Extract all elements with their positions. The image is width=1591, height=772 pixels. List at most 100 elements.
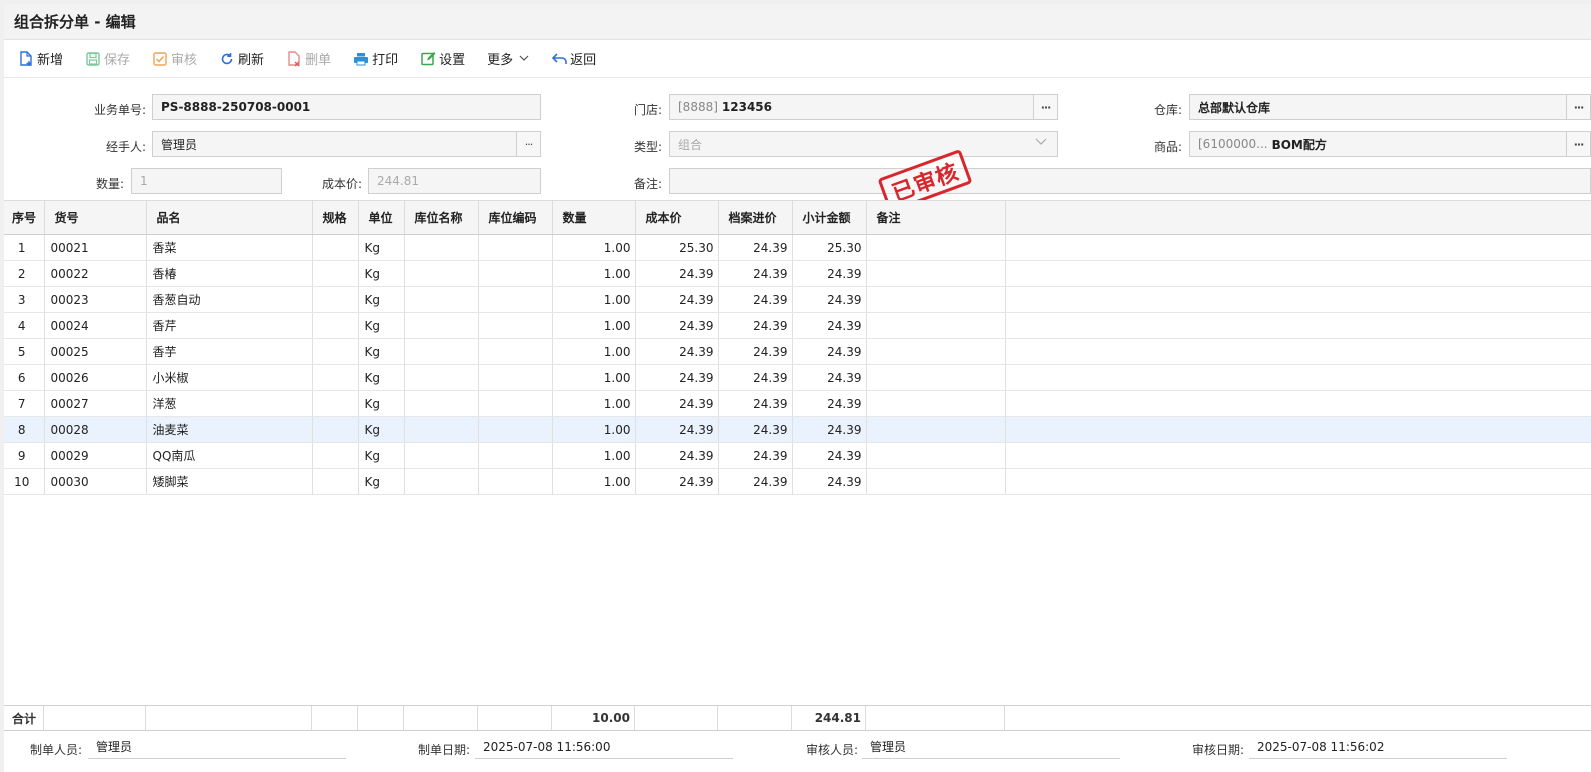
warehouse-field[interactable]: 总部默认仓库 ··· [1189, 94, 1591, 120]
table-cell[interactable]: 24.39 [718, 364, 793, 391]
col-header[interactable]: 档案进价 [718, 200, 793, 235]
table-cell[interactable]: Kg [358, 416, 405, 443]
settings-button[interactable]: 设置 [420, 49, 465, 68]
table-cell[interactable]: 24.39 [792, 364, 867, 391]
new-button[interactable]: 新增 [18, 49, 63, 68]
table-cell[interactable]: 6 [4, 364, 45, 391]
table-row[interactable]: 3 00023 香葱自动 Kg 1.00 24.39 24.39 24.39 [4, 286, 1591, 313]
table-row[interactable]: 7 00027 洋葱 Kg 1.00 24.39 24.39 24.39 [4, 390, 1591, 417]
table-cell[interactable]: 8 [4, 416, 45, 443]
table-cell[interactable]: 00025 [44, 338, 147, 365]
table-cell[interactable]: 24.39 [718, 390, 793, 417]
table-cell[interactable] [478, 364, 553, 391]
table-cell[interactable] [404, 312, 479, 339]
table-cell[interactable] [478, 260, 553, 287]
table-cell[interactable]: 24.39 [718, 338, 793, 365]
table-cell[interactable]: 25.30 [792, 234, 867, 261]
col-header[interactable]: 库位名称 [404, 200, 479, 235]
table-cell[interactable]: 1.00 [552, 260, 636, 287]
back-button[interactable]: 返回 [551, 49, 596, 68]
col-header[interactable]: 单位 [358, 200, 405, 235]
table-cell[interactable]: 24.39 [718, 286, 793, 313]
table-cell[interactable]: 00027 [44, 390, 147, 417]
table-cell[interactable] [478, 338, 553, 365]
table-cell[interactable]: 24.39 [635, 338, 719, 365]
table-cell[interactable] [312, 286, 359, 313]
table-cell[interactable] [404, 364, 479, 391]
table-cell[interactable] [478, 416, 553, 443]
store-lookup-button[interactable]: ··· [1033, 95, 1057, 119]
table-cell[interactable]: 24.39 [718, 416, 793, 443]
table-cell[interactable]: 24.39 [792, 468, 867, 495]
table-row[interactable]: 8 00028 油麦菜 Kg 1.00 24.39 24.39 24.39 [4, 416, 1591, 443]
col-header[interactable]: 品名 [146, 200, 313, 235]
doc-no-field[interactable]: PS-8888-250708-0001 [152, 94, 541, 120]
table-cell[interactable]: Kg [358, 312, 405, 339]
col-header[interactable]: 数量 [552, 200, 636, 235]
type-select[interactable]: 组合 [669, 131, 1058, 157]
col-header[interactable]: 库位编码 [478, 200, 553, 235]
table-cell[interactable]: 24.39 [635, 260, 719, 287]
table-cell[interactable] [404, 260, 479, 287]
table-cell[interactable]: 24.39 [792, 286, 867, 313]
table-cell[interactable]: 3 [4, 286, 45, 313]
table-cell[interactable] [312, 312, 359, 339]
col-header[interactable]: 小计金额 [792, 200, 867, 235]
table-cell[interactable]: 24.39 [792, 312, 867, 339]
table-cell[interactable] [866, 416, 1006, 443]
table-cell[interactable]: 24.39 [635, 364, 719, 391]
table-cell[interactable]: 00026 [44, 364, 147, 391]
col-header[interactable]: 货号 [44, 200, 147, 235]
cost-field[interactable]: 244.81 [368, 168, 541, 194]
table-cell[interactable]: 24.39 [718, 468, 793, 495]
table-cell[interactable]: 24.39 [718, 234, 793, 261]
table-cell[interactable] [478, 442, 553, 469]
table-row[interactable]: 10 00030 矮脚菜 Kg 1.00 24.39 24.39 24.39 [4, 468, 1591, 495]
table-cell[interactable]: 24.39 [635, 390, 719, 417]
table-cell[interactable]: 矮脚菜 [146, 468, 313, 495]
table-row[interactable]: 2 00022 香椿 Kg 1.00 24.39 24.39 24.39 [4, 260, 1591, 287]
table-cell[interactable]: 00030 [44, 468, 147, 495]
table-cell[interactable] [478, 390, 553, 417]
table-cell[interactable]: 洋葱 [146, 390, 313, 417]
table-cell[interactable]: Kg [358, 390, 405, 417]
product-field[interactable]: [6100000... BOM配方 ··· [1189, 131, 1591, 157]
table-cell[interactable] [404, 468, 479, 495]
table-cell[interactable]: Kg [358, 468, 405, 495]
store-field[interactable]: [8888] 123456 ··· [669, 94, 1058, 120]
table-cell[interactable]: 24.39 [792, 416, 867, 443]
table-cell[interactable] [404, 390, 479, 417]
table-cell[interactable] [404, 442, 479, 469]
table-cell[interactable] [478, 312, 553, 339]
handler-field[interactable]: 管理员 ··· [152, 131, 541, 157]
table-cell[interactable] [312, 338, 359, 365]
table-cell[interactable]: 24.39 [635, 286, 719, 313]
table-cell[interactable]: 香椿 [146, 260, 313, 287]
table-cell[interactable] [404, 234, 479, 261]
col-header[interactable]: 序号 [4, 200, 45, 235]
table-cell[interactable] [312, 416, 359, 443]
table-cell[interactable]: 1.00 [552, 364, 636, 391]
table-cell[interactable] [866, 390, 1006, 417]
table-cell[interactable]: 1.00 [552, 286, 636, 313]
table-cell[interactable]: 00023 [44, 286, 147, 313]
save-button[interactable]: 保存 [85, 49, 130, 68]
table-cell[interactable] [866, 338, 1006, 365]
table-cell[interactable]: 24.39 [792, 442, 867, 469]
table-cell[interactable] [866, 234, 1006, 261]
table-cell[interactable]: 1.00 [552, 390, 636, 417]
remark-field[interactable] [669, 168, 1591, 194]
table-cell[interactable]: 24.39 [718, 312, 793, 339]
col-header[interactable]: 备注 [866, 200, 1006, 235]
table-cell[interactable]: 油麦菜 [146, 416, 313, 443]
table-cell[interactable]: 5 [4, 338, 45, 365]
table-cell[interactable]: 1.00 [552, 416, 636, 443]
table-row[interactable]: 4 00024 香芹 Kg 1.00 24.39 24.39 24.39 [4, 312, 1591, 339]
table-cell[interactable] [312, 260, 359, 287]
table-cell[interactable]: 1.00 [552, 468, 636, 495]
table-cell[interactable]: 24.39 [635, 312, 719, 339]
table-cell[interactable]: 10 [4, 468, 45, 495]
table-cell[interactable]: 香葱自动 [146, 286, 313, 313]
table-cell[interactable] [312, 390, 359, 417]
product-lookup-button[interactable]: ··· [1566, 132, 1590, 156]
